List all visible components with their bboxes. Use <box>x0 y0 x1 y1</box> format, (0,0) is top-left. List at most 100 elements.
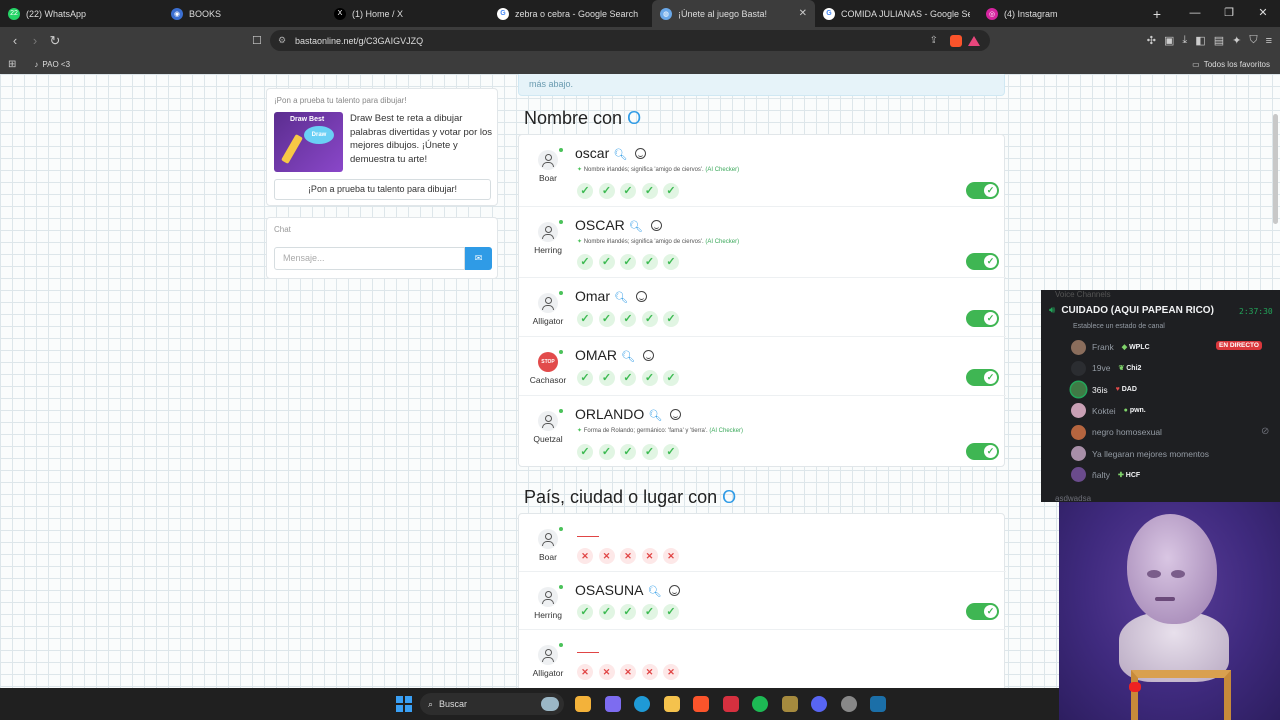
browser-tab[interactable]: 22 (22) WhatsApp <box>0 0 163 27</box>
emoji-react-icon[interactable] <box>642 350 654 361</box>
forward-icon[interactable]: › <box>25 33 45 48</box>
minecraft-icon[interactable] <box>781 696 798 712</box>
promo-image[interactable]: Draw Best Draw <box>274 112 343 172</box>
maximize-icon[interactable]: ❐ <box>1212 0 1246 27</box>
browser-tab[interactable]: X (1) Home / X <box>326 0 489 27</box>
leo-ai-icon[interactable]: ✦ <box>1232 34 1241 47</box>
emoji-react-icon[interactable] <box>635 291 647 302</box>
scrollbar[interactable] <box>1273 114 1278 224</box>
folder-icon[interactable] <box>663 696 680 712</box>
user-avatar <box>1071 446 1086 461</box>
toolbar-icons: ✣ ▣ ⤓ ◧ ▤ ✦ ⛉ ≡ <box>1147 27 1272 54</box>
voice-user[interactable]: ñalty ✚ HCF <box>1071 467 1140 483</box>
discord-icon[interactable] <box>811 696 827 712</box>
valid-toggle[interactable] <box>966 443 999 460</box>
brave-icon[interactable] <box>693 696 709 712</box>
copilot-icon[interactable] <box>604 696 621 712</box>
reload-icon[interactable]: ↻ <box>45 33 65 49</box>
valid-toggle[interactable] <box>966 603 999 620</box>
discord-voice-panel: Voice Channels 🔊︎ CUIDADO (AQUI PAPEAN R… <box>1041 290 1280 503</box>
red-app-icon[interactable] <box>722 696 739 712</box>
search-icon[interactable]: 🔍︎ <box>647 586 661 598</box>
close-tab-icon[interactable]: ✕ <box>799 8 807 19</box>
browser-tab[interactable]: ◎ (4) Instagram <box>978 0 1141 27</box>
wallet-icon[interactable]: ▤ <box>1214 34 1224 47</box>
close-window-icon[interactable]: ✕ <box>1246 0 1280 27</box>
share-icon[interactable]: ⇪ <box>930 35 938 46</box>
tab-label: BOOKS <box>189 8 222 19</box>
info-note-text: más abajo. <box>529 79 574 89</box>
sidebar-toggle-icon[interactable]: ◧ <box>1195 34 1205 47</box>
screenshot-icon[interactable]: ▣ <box>1164 34 1174 47</box>
chat-send-button[interactable]: ✉ <box>465 247 492 270</box>
search-icon[interactable]: 🔍︎ <box>614 292 628 304</box>
search-icon[interactable]: 🔍︎ <box>621 351 635 363</box>
user-avatar <box>535 147 563 173</box>
new-tab-icon[interactable]: + <box>1147 6 1167 22</box>
instagram-icon: ◎ <box>986 7 998 20</box>
vote-check-icon: ✓ <box>663 604 679 620</box>
x-icon: X <box>334 7 346 20</box>
extensions-icon[interactable]: ✣ <box>1147 34 1156 47</box>
site-settings-icon[interactable]: ⚙ <box>278 35 286 46</box>
voice-user[interactable]: 19ve ❦ Chi2 <box>1071 360 1141 376</box>
voice-user[interactable]: Frank ◆ WPLC <box>1071 339 1150 355</box>
browser-tab[interactable]: Gzebra o cebra - Google Search <box>489 0 652 27</box>
emoji-react-icon[interactable] <box>670 409 682 420</box>
spotify-icon[interactable] <box>752 696 768 712</box>
emoji-react-icon[interactable] <box>650 220 662 231</box>
answer-row: Boar ✕ ✕ ✕ ✕ ✕ <box>519 514 1006 572</box>
valid-toggle[interactable] <box>966 253 999 270</box>
tiktok-icon: ♪ <box>34 59 39 69</box>
browser-tab[interactable]: G COMIDA JULIANAS - Google Search <box>815 0 978 27</box>
brave-shields-icon[interactable] <box>950 34 962 47</box>
taskbar-search[interactable]: ⌕ Buscar <box>420 693 564 715</box>
person-icon-body <box>542 305 554 310</box>
back-icon[interactable]: ‹ <box>5 33 25 48</box>
steam-icon[interactable] <box>870 696 886 712</box>
gear-app-icon[interactable] <box>840 696 857 712</box>
voice-user[interactable]: 36is ♥ DAD <box>1071 382 1137 398</box>
promo-button[interactable]: ¡Pon a prueba tu talento para dibujar! <box>274 179 491 200</box>
file-explorer-alt-icon[interactable] <box>575 696 591 712</box>
voice-user[interactable]: Koktei ● pwn. <box>1071 403 1146 419</box>
bookmark-star-icon[interactable]: ☐ <box>252 34 262 47</box>
search-icon[interactable]: 🔍︎ <box>613 149 627 161</box>
brave-rewards-icon[interactable] <box>968 35 980 46</box>
menu-icon[interactable]: ≡ <box>1266 35 1272 47</box>
vote-x-icon: ✕ <box>577 664 593 680</box>
voice-user[interactable]: Ya llegaran mejores momentos <box>1071 446 1209 462</box>
vpn-icon[interactable]: ⛉ <box>1249 34 1257 47</box>
all-favorites[interactable]: ▭ Todos los favoritos <box>1192 60 1270 69</box>
voice-user[interactable]: negro homosexual <box>1071 424 1162 440</box>
answer-row: Alligator ✕ ✕ ✕ ✕ ✕ <box>519 630 1006 688</box>
download-icon[interactable]: ⤓ <box>1182 34 1187 47</box>
empty-answer-dash <box>577 652 599 653</box>
diamond-icon: ◆ <box>1121 344 1130 351</box>
server-tag: ● pwn. <box>1124 407 1146 414</box>
valid-toggle[interactable] <box>966 369 999 386</box>
windows-start-icon[interactable] <box>396 696 412 712</box>
online-dot <box>559 527 563 531</box>
answers-card: Boar oscar 🔍︎ ✦ Nombre irlandés; significa … <box>518 134 1006 467</box>
valid-toggle[interactable] <box>966 182 999 199</box>
bookmark-pao[interactable]: ♪ PAO <3 <box>34 60 70 69</box>
apps-grid-icon[interactable]: ⊞ <box>8 59 16 70</box>
voice-channel-header[interactable]: 🔊︎ CUIDADO (AQUI PAPEAN RICO) 2:37:30 <box>1049 305 1273 316</box>
search-icon[interactable]: 🔍︎ <box>648 410 662 422</box>
browser-tab[interactable]: ◍ ¡Únete al juego Basta! ✕ <box>652 0 815 27</box>
emoji-react-icon[interactable] <box>635 148 647 159</box>
info-note: más abajo. <box>518 74 1005 96</box>
chat-input[interactable]: Mensaje... <box>274 247 465 270</box>
emoji-react-icon[interactable] <box>669 585 681 596</box>
stop-sign-icon: STOP <box>538 352 558 372</box>
whatsapp-icon: 22 <box>8 7 20 20</box>
windows-taskbar: ⌕ Buscar <box>0 688 1059 720</box>
valid-toggle[interactable] <box>966 310 999 327</box>
browser-tab[interactable]: ◉ BOOKS <box>163 0 326 27</box>
search-icon[interactable]: 🔍︎ <box>629 221 643 233</box>
channel-status[interactable]: Establece un estado de canal <box>1073 323 1165 330</box>
edge-icon[interactable] <box>634 696 650 712</box>
url-field[interactable]: ☐ ⚙ bastaonline.net/g/C3GAIGVJZQ ⇪ <box>252 30 990 51</box>
minimize-icon[interactable]: — <box>1178 0 1212 27</box>
